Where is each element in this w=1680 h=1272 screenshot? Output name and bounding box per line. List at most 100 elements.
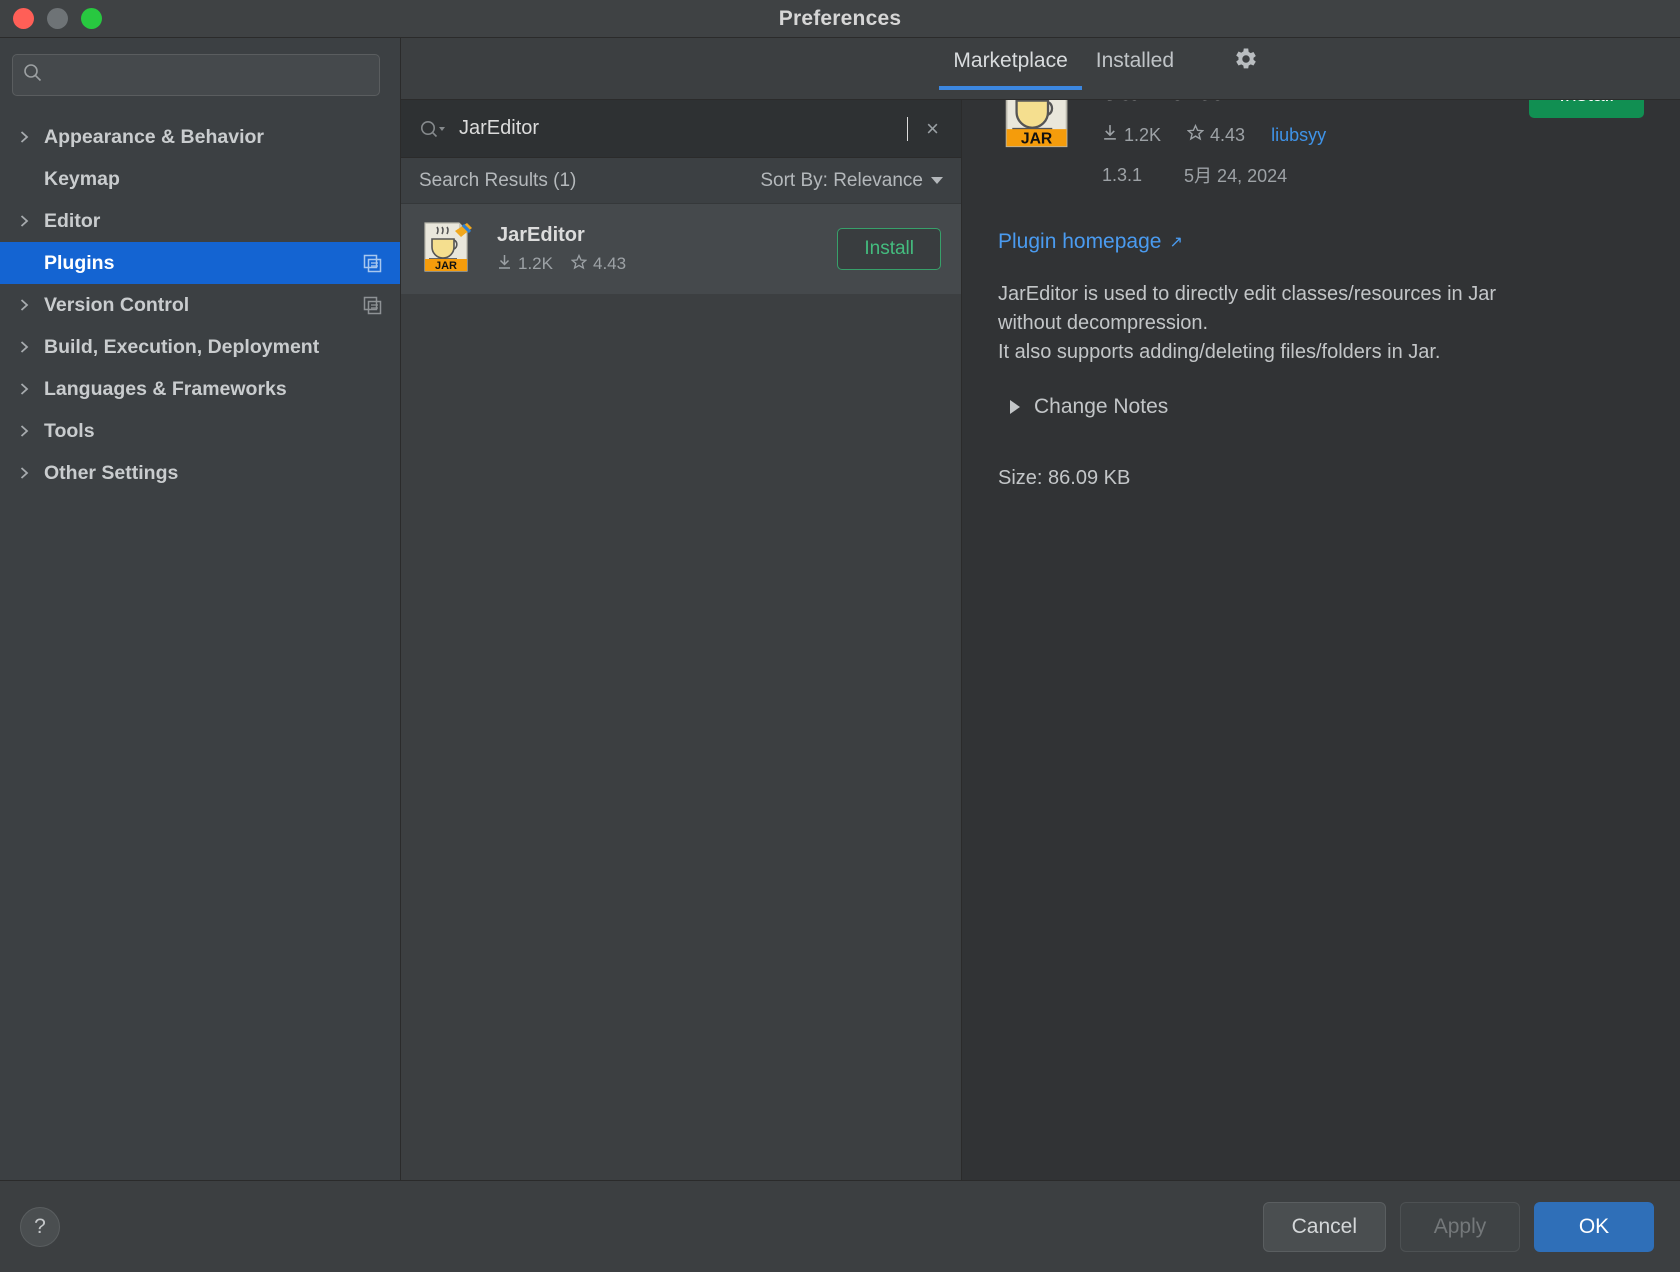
page-title: Plugins (429, 58, 509, 83)
clear-search-icon[interactable]: × (918, 116, 947, 142)
plugin-description: JarEditor is used to directly edit class… (998, 280, 1644, 367)
sidebar-item-label: Keymap (44, 167, 120, 190)
rating-value: 4.43 (1210, 124, 1246, 145)
plugins-center-column: Plugins × Search Results (1) Sort By: (401, 38, 962, 1180)
description-line: JarEditor is used to directly edit class… (998, 283, 1496, 305)
sidebar-item-label: Version Control (44, 293, 190, 316)
description-line: without decompression. (998, 312, 1209, 334)
plugin-search-input[interactable] (445, 117, 919, 140)
tab-installed[interactable]: Installed (1082, 49, 1188, 89)
download-icon (1102, 124, 1118, 146)
sidebar-item-languages-frameworks[interactable]: Languages & Frameworks (0, 368, 400, 410)
sidebar-item-keymap[interactable]: Keymap (0, 158, 400, 200)
sidebar-item-label: Tools (44, 419, 95, 442)
downloads-count: 1.2K (1124, 124, 1162, 145)
rating-meta: 4.43 (570, 253, 627, 275)
window-title: Preferences (778, 6, 902, 30)
plugin-search-row[interactable]: × (401, 100, 961, 158)
help-button[interactable]: ? (20, 1206, 60, 1247)
sidebar-item-appearance-behavior[interactable]: Appearance & Behavior (0, 116, 400, 158)
plugin-size: Size: 86.09 KB (998, 467, 1131, 489)
downloads-count: 1.2K (518, 254, 553, 273)
ok-button[interactable]: OK (1534, 1201, 1654, 1252)
sidebar-item-label: Plugins (44, 251, 115, 274)
vendor-link[interactable]: liubsyy (1271, 125, 1326, 146)
install-button-row[interactable]: Install (837, 228, 941, 270)
external-link-icon: ↗ (1169, 234, 1183, 251)
settings-sidebar: Appearance & Behavior Keymap Editor Plug… (0, 38, 401, 1180)
sidebar-search-input[interactable] (42, 65, 369, 85)
sidebar-item-build-execution-deployment[interactable]: Build, Execution, Deployment (0, 326, 400, 368)
tab-marketplace[interactable]: Marketplace (939, 49, 1083, 90)
results-empty-area (401, 294, 961, 1180)
preferences-window: Preferences Appearance & Behavior Keymap… (0, 0, 1680, 1272)
plugin-date: 5月 24, 2024 (1184, 166, 1288, 186)
settings-tree: Appearance & Behavior Keymap Editor Plug… (0, 106, 400, 494)
change-notes-toggle[interactable]: Change Notes (998, 395, 1644, 419)
plugin-homepage-link[interactable]: Plugin homepage ↗ (998, 230, 1644, 254)
sidebar-item-version-control[interactable]: Version Control (0, 284, 400, 326)
sidebar-search-wrap (0, 38, 400, 106)
star-icon (570, 253, 588, 275)
rating-meta: 4.43 (1186, 123, 1246, 146)
jar-editor-plugin-icon: JAR (419, 219, 475, 280)
plugin-details-header: JAR JarEditor 1.2K 4.43 liubsyy 1.3.1 5月… (998, 72, 1644, 188)
chevron-right-icon (18, 382, 44, 396)
plugin-result-info: JarEditor 1.2K 4.43 (497, 224, 626, 275)
chevron-right-icon (18, 130, 44, 144)
search-icon[interactable] (419, 119, 445, 139)
copy-icon[interactable] (363, 296, 382, 315)
plugins-header: Plugins (401, 38, 961, 100)
window-body: Appearance & Behavior Keymap Editor Plug… (0, 38, 1680, 1180)
plugin-name: JarEditor (497, 223, 585, 246)
plugin-version-row: 1.3.1 5月 24, 2024 (1102, 162, 1505, 188)
plugin-version: 1.3.1 (1102, 164, 1143, 185)
svg-text:JAR: JAR (1021, 130, 1053, 147)
sidebar-item-other-settings[interactable]: Other Settings (0, 452, 400, 494)
search-icon (23, 63, 42, 87)
download-icon (497, 254, 512, 275)
chevron-down-icon (931, 177, 943, 184)
sidebar-item-plugins[interactable]: Plugins (0, 242, 400, 284)
cancel-button[interactable]: Cancel (1262, 1201, 1386, 1252)
copy-icon[interactable] (363, 254, 382, 273)
dialog-footer: ? Cancel Apply OK (0, 1180, 1680, 1272)
rating-value: 4.43 (592, 254, 627, 273)
plugin-details-panel: JAR JarEditor 1.2K 4.43 liubsyy 1.3.1 5月… (962, 38, 1680, 1180)
install-button-details[interactable]: Install (1529, 72, 1644, 118)
minimize-button[interactable] (47, 8, 68, 29)
sidebar-item-label: Editor (44, 209, 101, 232)
gear-icon[interactable] (1232, 45, 1260, 92)
description-line: It also supports adding/deleting files/f… (998, 341, 1441, 363)
sidebar-item-label: Other Settings (44, 461, 179, 484)
close-button[interactable] (13, 8, 34, 29)
chevron-right-icon (18, 424, 44, 438)
sort-by-label: Sort By: Relevance (760, 169, 923, 191)
plugin-result-row[interactable]: JAR JarEditor 1.2K 4.43 Install (401, 204, 961, 294)
plugin-meta: 1.2K 4.43 (497, 253, 627, 275)
chevron-right-icon (18, 298, 44, 312)
downloads-meta: 1.2K (497, 254, 553, 275)
sidebar-item-label: Build, Execution, Deployment (44, 335, 320, 358)
sidebar-search-box[interactable] (12, 54, 380, 96)
apply-button[interactable]: Apply (1400, 1201, 1520, 1252)
text-caret (906, 116, 909, 141)
sidebar-item-editor[interactable]: Editor (0, 200, 400, 242)
footer-actions: Cancel Apply OK (1262, 1201, 1654, 1252)
chevron-right-icon (1010, 400, 1020, 414)
plugin-details-meta: 1.2K 4.43 liubsyy (1102, 123, 1505, 146)
chevron-right-icon (18, 340, 44, 354)
zoom-button[interactable] (81, 8, 102, 29)
sidebar-item-tools[interactable]: Tools (0, 410, 400, 452)
sort-by-dropdown[interactable]: Sort By: Relevance (760, 170, 943, 192)
plugin-details-text: JarEditor 1.2K 4.43 liubsyy 1.3.1 5月 24,… (1102, 72, 1505, 188)
sidebar-item-label: Languages & Frameworks (44, 377, 287, 400)
results-count-label: Search Results (1) (419, 169, 577, 191)
chevron-right-icon (18, 466, 44, 480)
downloads-meta: 1.2K (1102, 124, 1161, 146)
chevron-right-icon (18, 214, 44, 228)
change-notes-label: Change Notes (1034, 395, 1169, 418)
star-icon (1186, 123, 1205, 146)
sidebar-item-label: Appearance & Behavior (44, 125, 264, 148)
window-controls (0, 8, 102, 29)
